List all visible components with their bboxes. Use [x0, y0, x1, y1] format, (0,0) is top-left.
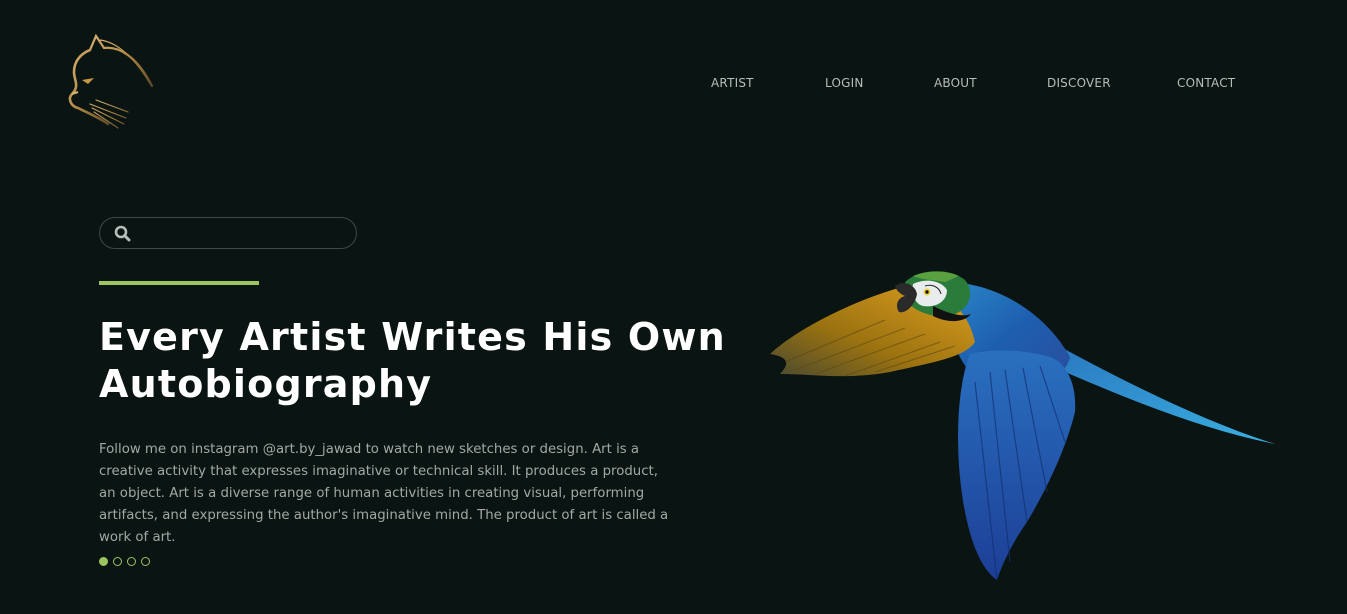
slider-dot-4[interactable] — [141, 557, 150, 566]
nav-login-link[interactable]: LOGIN — [825, 76, 864, 90]
nav-discover-link[interactable]: DISCOVER — [1047, 76, 1111, 90]
nav-contact-link[interactable]: CONTACT — [1177, 76, 1235, 90]
search-input[interactable] — [139, 220, 343, 246]
accent-divider — [99, 281, 259, 285]
slider-dot-1[interactable] — [99, 557, 108, 566]
search-icon[interactable] — [114, 225, 131, 242]
main-nav: ARTIST LOGIN ABOUT DISCOVER CONTACT — [0, 76, 1347, 92]
slider-dots — [99, 557, 150, 566]
search-box[interactable] — [99, 217, 357, 249]
slider-dot-2[interactable] — [113, 557, 122, 566]
slider-dot-3[interactable] — [127, 557, 136, 566]
hero-description: Follow me on instagram @art.by_jawad to … — [99, 442, 669, 545]
nav-about-link[interactable]: ABOUT — [934, 76, 977, 90]
hero-title: Every Artist Writes His Own Autobiograph… — [99, 315, 726, 406]
parrot-image — [770, 271, 1275, 581]
nav-artist-link[interactable]: ARTIST — [711, 76, 754, 90]
